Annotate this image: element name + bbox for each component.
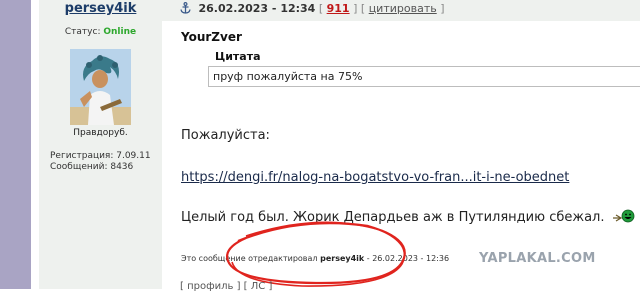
post-link[interactable]: https://dengi.fr/nalog-na-bogatstvo-vo-f… [181,170,569,185]
post-text-line: Пожалуйста: [181,128,270,143]
status-online-value: Online [103,27,137,37]
user-status: Статус: Online [39,27,162,37]
quote-box: пруф пожалуйста на 75% [208,66,640,87]
status-label: Статус: [64,27,101,37]
post-footer-links[interactable]: [ профиль ] [ ЛС ] [180,281,272,292]
edit-note: Это сообщение отредактировал persey4ik -… [181,254,449,263]
user-title: Правдоруб. [73,128,128,138]
quoted-author: YourZver [181,30,242,44]
avatar-image [70,49,131,125]
laughing-smiley-icon [612,209,635,223]
author-panel [39,0,162,289]
post-text: Целый год был. Жорик Депардьев аж в Пути… [181,210,605,225]
registration-date: Регистрация: 7.09.11 [50,151,151,161]
watermark: YAPLAKAL.COM [479,251,596,266]
quote-title: Цитата [215,50,261,63]
avatar[interactable] [70,49,131,125]
post-text-line: Целый год был. Жорик Депардьев аж в Пути… [181,209,635,225]
edit-note-date: - 26.02.2023 - 12:36 [366,254,450,263]
author-username-link[interactable]: persey4ik [39,1,162,16]
message-count: Сообщений: 8436 [50,162,134,172]
edit-note-user: persey4ik [320,254,365,263]
edit-note-prefix: Это сообщение отредактировал [181,254,318,263]
left-rail [0,0,31,289]
